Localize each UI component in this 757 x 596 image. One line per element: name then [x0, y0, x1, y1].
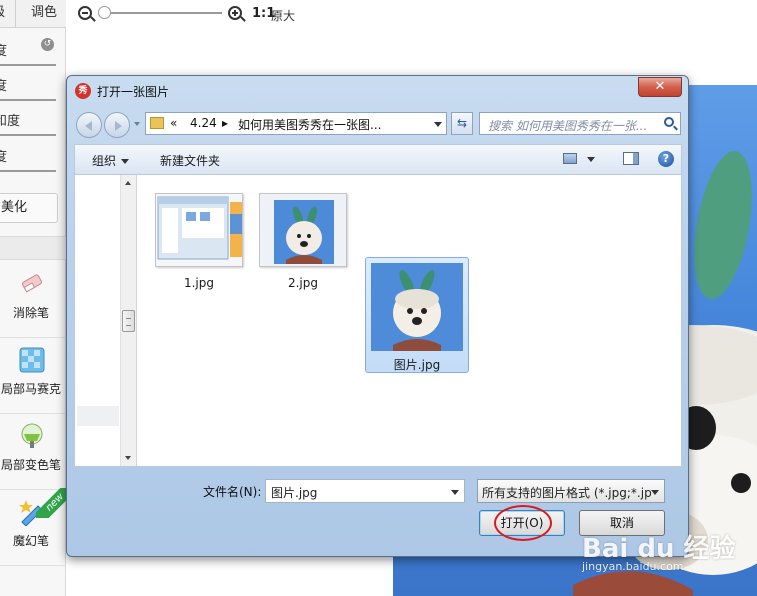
filename-dropdown-icon[interactable] — [451, 490, 459, 495]
breadcrumb-overflow[interactable]: « — [170, 116, 177, 130]
slider-label: 度 — [0, 150, 8, 165]
zoom-out-icon[interactable] — [78, 6, 92, 20]
view-mode-icon[interactable] — [563, 153, 577, 164]
filename-input[interactable]: 图片.jpg — [265, 479, 465, 503]
tool-label: 消除笔 — [12, 306, 49, 320]
file-list-area: 1.jpg 2.jpg 图片.jpg — [74, 174, 682, 467]
nav-scrollbar[interactable] — [120, 175, 137, 466]
recent-locations-dropdown[interactable] — [134, 122, 140, 126]
filetype-value: 所有支持的图片格式 (*.jpg;*.jp — [482, 486, 652, 500]
filename-value: 图片.jpg — [271, 486, 318, 500]
filetype-select[interactable]: 所有支持的图片格式 (*.jpg;*.jp — [477, 479, 665, 503]
zoom-slider-thumb[interactable] — [98, 6, 111, 19]
file-item-3-selected[interactable]: 图片.jpg — [365, 257, 469, 373]
tool-color-brush[interactable]: 局部变色笔 — [0, 414, 66, 490]
zoom-slider-track[interactable] — [102, 12, 222, 14]
file-thumbnail — [259, 193, 347, 267]
address-bar[interactable]: « 4.24 ▸ 如何用美图秀秀在一张图... — [145, 112, 447, 135]
slider-label: 度 — [0, 79, 8, 94]
tab-level[interactable]: 级 — [0, 0, 16, 28]
help-icon[interactable]: ? — [658, 151, 674, 167]
breadcrumb-current-folder[interactable]: 如何用美图秀秀在一张图... — [238, 116, 381, 133]
eraser-icon — [21, 274, 43, 293]
app-logo-icon: 秀 — [75, 83, 91, 99]
search-input[interactable]: 搜索 如何用美图秀秀在一张... — [479, 112, 681, 135]
folder-icon — [150, 117, 164, 129]
view-mode-dropdown[interactable] — [587, 157, 595, 162]
search-icon[interactable] — [664, 117, 674, 127]
zoom-toolbar: 1:1 原大 — [66, 0, 757, 30]
zoom-in-icon[interactable] — [228, 6, 242, 20]
color-brush-icon — [21, 423, 43, 448]
new-badge: new — [36, 488, 66, 518]
search-placeholder: 搜索 如何用美图秀秀在一张... — [488, 119, 648, 133]
file-thumbnail — [371, 263, 463, 351]
scroll-up-icon[interactable] — [125, 181, 131, 185]
file-name: 1.jpg — [183, 276, 215, 290]
preview-pane-icon[interactable] — [623, 152, 639, 165]
file-item-1[interactable]: 1.jpg — [147, 181, 251, 297]
watermark-url: jingyan.baidu.com — [582, 560, 684, 573]
refresh-button[interactable]: ⇆ — [451, 112, 473, 135]
new-folder-button[interactable]: 新建文件夹 — [160, 152, 220, 169]
scroll-thumb[interactable] — [122, 310, 135, 332]
slider-track[interactable] — [0, 99, 56, 101]
slider-track[interactable] — [0, 170, 56, 172]
slider-label: 和度 — [0, 114, 21, 129]
close-button[interactable]: ✕ — [638, 77, 682, 97]
file-item-2[interactable]: 2.jpg — [251, 181, 355, 297]
filetype-dropdown-icon[interactable] — [651, 490, 659, 495]
address-dropdown-icon[interactable] — [434, 122, 442, 127]
baidu-jingyan-watermark: Bai du 经验 jingyan.baidu.com — [582, 528, 736, 573]
scroll-down-icon[interactable] — [125, 456, 131, 460]
slider-2[interactable]: 度 — [0, 75, 58, 107]
dialog-title: 打开一张图片 — [97, 85, 170, 99]
breadcrumb-4-24[interactable]: 4.24 — [190, 116, 217, 130]
tool-label: 局部变色笔 — [0, 458, 61, 472]
slider-track[interactable] — [0, 134, 56, 136]
slider-track[interactable] — [0, 64, 56, 66]
open-image-dialog: 秀 打开一张图片 ✕ « 4.24 ▸ 如何用美图秀秀在一张图... ⇆ 搜索 … — [66, 75, 689, 557]
left-tool-panel: 级 调色 度 ↺ 度 和度 度 美化 消除笔 局部马赛克 — [0, 0, 66, 596]
tool-mosaic[interactable]: 局部马赛克 — [0, 338, 66, 414]
organize-menu[interactable]: 组织 — [92, 152, 130, 169]
new-badge-label: new — [36, 488, 66, 518]
slider-3[interactable]: 和度 — [0, 110, 58, 142]
tool-label: 魔幻笔 — [12, 534, 49, 548]
command-bar: 组织 新建文件夹 ? — [74, 144, 682, 174]
highlight-circle — [494, 505, 552, 541]
panel-separator — [0, 236, 66, 260]
slider-label: 度 — [0, 44, 8, 59]
file-name: 图片.jpg — [393, 358, 441, 372]
reset-icon[interactable]: ↺ — [41, 38, 54, 51]
mosaic-icon — [19, 347, 45, 373]
tab-color[interactable]: 调色 — [22, 0, 66, 28]
breadcrumb-separator-icon[interactable]: ▸ — [222, 116, 228, 130]
file-thumbnail — [155, 193, 243, 267]
tool-eraser[interactable]: 消除笔 — [0, 262, 66, 338]
zoom-original-label[interactable]: 原大 — [271, 7, 295, 24]
back-button[interactable] — [76, 112, 102, 138]
tab-bar: 级 调色 — [0, 0, 66, 28]
file-name: 2.jpg — [287, 276, 319, 290]
beautify-button[interactable]: 美化 — [0, 193, 58, 223]
slider-4[interactable]: 度 — [0, 146, 58, 178]
forward-button[interactable] — [104, 112, 130, 138]
nav-selected-row[interactable] — [77, 406, 119, 426]
filename-label: 文件名(N): — [203, 485, 262, 499]
tool-label: 局部马赛克 — [0, 382, 61, 396]
